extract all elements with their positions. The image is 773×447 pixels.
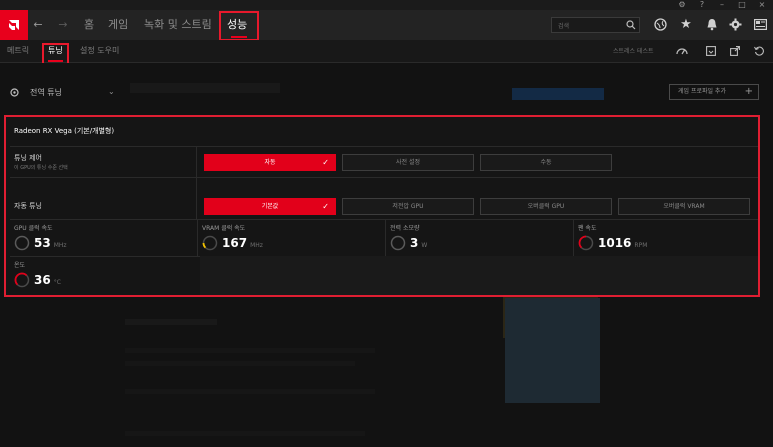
tab-home[interactable]: 홈	[84, 17, 94, 33]
gpu-name: Radeon RX Vega (기본/개별형)	[14, 127, 115, 135]
plus-icon: +	[744, 86, 753, 97]
bg-placeholder-text	[125, 348, 375, 353]
metric-value: 36 °C	[34, 273, 61, 287]
auto-default-button[interactable]: 기본값 ✓	[204, 198, 336, 215]
close-button[interactable]: ×	[752, 0, 772, 10]
metric-fan-speed: 팬 속도 1016 RPM	[574, 220, 758, 256]
stress-test-label[interactable]: 스트레스 테스트	[613, 46, 654, 55]
speedometer-icon[interactable]	[676, 46, 688, 55]
metric-value: 53 MHz	[34, 236, 67, 250]
active-tab-underline	[231, 36, 247, 38]
metric-gpu-clock: GPU 클럭 속도 53 MHz	[10, 220, 197, 256]
divider	[196, 147, 197, 177]
metric-value: 1016 RPM	[598, 236, 648, 250]
divider	[10, 177, 758, 178]
tuning-control-label: 튜닝 제어	[14, 154, 42, 162]
minimize-button[interactable]: –	[712, 0, 732, 10]
empty-metric-area	[200, 256, 758, 295]
overclock-gpu-button[interactable]: 오버클럭 GPU	[480, 198, 612, 215]
help-icon[interactable]: ?	[692, 0, 712, 10]
auto-default-label: 기본값	[261, 203, 279, 210]
star-icon[interactable]: ★	[679, 18, 693, 32]
metric-label: GPU 클럭 속도	[14, 225, 53, 232]
overclock-vram-button[interactable]: 오버클럭 VRAM	[618, 198, 750, 215]
gauge-icon	[578, 235, 594, 251]
divider	[10, 146, 758, 147]
chevron-down-icon: ⌄	[108, 87, 115, 96]
search-input[interactable]: 검색	[551, 17, 640, 33]
gear-icon[interactable]	[729, 18, 742, 31]
reset-icon[interactable]	[754, 46, 764, 56]
tab-performance[interactable]: 성능	[227, 17, 247, 33]
metrics-row: GPU 클럭 속도 53 MHz VRAM 클럭 속도 167 MHz 전력 소모량…	[10, 220, 758, 256]
main-nav: ← → 홈 게임 녹화 및 스트림 성능 검색 ★	[0, 10, 773, 41]
maximize-button[interactable]: □	[732, 0, 752, 10]
divider	[196, 178, 197, 219]
tuning-preset-button[interactable]: 사전 설정	[342, 154, 474, 171]
panel-icon[interactable]	[754, 19, 767, 30]
amd-arrow-icon	[9, 20, 19, 30]
metric-value: 3W	[410, 236, 428, 250]
check-icon: ✓	[322, 202, 329, 211]
gauge-icon	[14, 235, 30, 251]
search-placeholder: 검색	[558, 23, 570, 30]
forward-arrow-icon[interactable]: →	[56, 18, 70, 32]
gauge-icon	[390, 235, 406, 251]
metric-value: 167 MHz	[222, 236, 263, 250]
tab-record-stream[interactable]: 녹화 및 스트림	[144, 17, 212, 33]
global-tuning-label: 전역 튜닝	[30, 88, 62, 97]
metric-label: 전력 소모량	[390, 225, 420, 232]
tuning-manual-button[interactable]: 수동	[480, 154, 612, 171]
bell-icon[interactable]	[706, 18, 718, 31]
undervolt-gpu-button[interactable]: 저전압 GPU	[342, 198, 474, 215]
check-icon: ✓	[322, 158, 329, 167]
active-subtab-underline	[48, 60, 63, 62]
bg-placeholder-text	[125, 389, 375, 394]
tab-games[interactable]: 게임	[108, 17, 128, 33]
subtab-setup-assistant[interactable]: 설정 도우미	[80, 45, 119, 57]
web-icon[interactable]	[654, 18, 667, 31]
back-arrow-icon[interactable]: ←	[31, 18, 45, 32]
metric-power: 전력 소모량 3W	[386, 220, 573, 256]
tuning-control-sub: 이 GPU의 튜닝 수준 선택	[14, 165, 68, 171]
amd-logo[interactable]	[0, 10, 28, 40]
tuning-auto-label: 자동	[264, 159, 276, 166]
bg-placeholder-text	[125, 361, 355, 366]
bg-placeholder-text	[125, 319, 217, 325]
bg-game-art	[505, 298, 600, 403]
subtab-metrics[interactable]: 메트릭	[7, 45, 29, 57]
settings-gear-small-icon[interactable]: ⚙	[672, 0, 692, 10]
search-icon[interactable]	[626, 20, 636, 30]
sub-nav: 메트릭 튜닝 설정 도우미 스트레스 테스트	[0, 40, 773, 67]
bg-placeholder-text	[130, 83, 280, 93]
metric-vram-clock: VRAM 클럭 속도 167 MHz	[198, 220, 385, 256]
auto-tuning-label: 자동 튜닝	[14, 202, 42, 210]
add-game-profile-button[interactable]: 게임 프로파일 추가 +	[669, 84, 759, 100]
subtab-tuning[interactable]: 튜닝	[48, 45, 63, 57]
tuning-target-icon	[10, 88, 19, 97]
bg-placeholder-text	[125, 431, 365, 436]
export-icon[interactable]	[706, 46, 716, 56]
add-game-profile-label: 게임 프로파일 추가	[678, 88, 726, 95]
gauge-icon	[202, 235, 218, 251]
metric-temperature: 온도 36 °C	[10, 256, 200, 295]
gpu-tuning-panel: Radeon RX Vega (기본/개별형) 튜닝 제어 이 GPU의 튜닝 …	[4, 115, 760, 297]
metric-label: 팬 속도	[578, 225, 597, 232]
share-icon[interactable]	[730, 46, 740, 56]
bg-blue-bar	[512, 88, 604, 100]
metric-label: 온도	[14, 262, 26, 269]
gauge-icon	[14, 272, 30, 288]
tuning-auto-button[interactable]: 자동 ✓	[204, 154, 336, 171]
window-title-bar: ⚙ ? – □ ×	[0, 0, 773, 10]
metric-label: VRAM 클럭 속도	[202, 225, 246, 232]
